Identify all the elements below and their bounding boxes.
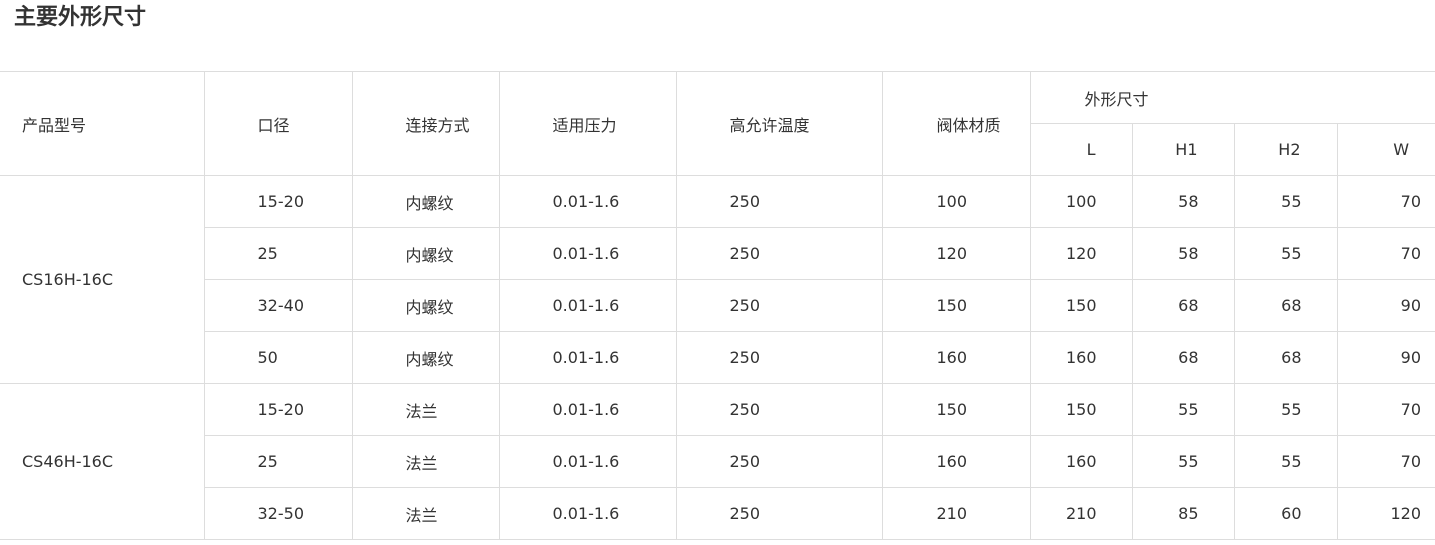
temperature-cell: 250 [675,435,883,488]
connection-cell: 法兰 [351,383,500,436]
pressure-cell: 0.01-1.6 [498,435,677,488]
dimensions-table: 产品型号 口径 连接方式 适用压力 高允许温度 阀体材质 外形尺寸 L H1 H… [0,71,1435,540]
table-row: 50 内螺纹 0.01-1.6 250 160 160 68 68 90 [0,331,1435,384]
table-row: CS16H-16C 15-20 内螺纹 0.01-1.6 250 100 100… [0,175,1435,384]
table-row: CS46H-16C 15-20 法兰 0.01-1.6 250 150 150 … [0,383,1435,540]
dim-w-cell: 70 [1336,227,1435,280]
diameter-cell: 32-40 [204,279,353,332]
header-dim-w: W [1336,123,1435,176]
dim-l-cell: 150 [1029,279,1133,332]
header-dim-l: L [1030,123,1133,176]
header-material: 阀体材质 [881,71,1031,176]
model-cell: CS46H-16C [0,383,205,540]
connection-cell: 法兰 [351,435,500,488]
connection-cell: 内螺纹 [351,227,500,280]
material-cell: 120 [881,227,1031,280]
dim-h1-cell: 68 [1131,279,1235,332]
dim-h1-cell: 85 [1131,487,1235,540]
dim-h1-cell: 55 [1131,383,1235,436]
header-connection: 连接方式 [351,71,500,176]
dim-w-cell: 120 [1336,487,1435,540]
material-cell: 100 [881,175,1031,228]
table-row: 32-50 法兰 0.01-1.6 250 210 210 85 60 120 [0,487,1435,540]
dim-l-cell: 210 [1029,487,1133,540]
dim-h1-cell: 68 [1131,331,1235,384]
dim-w-cell: 90 [1336,279,1435,332]
temperature-cell: 250 [675,487,883,540]
connection-cell: 内螺纹 [351,279,500,332]
pressure-cell: 0.01-1.6 [498,175,677,228]
header-diameter: 口径 [203,71,353,176]
dim-l-cell: 120 [1029,227,1133,280]
connection-cell: 法兰 [351,487,500,540]
material-cell: 150 [881,279,1031,332]
table-row: 32-40 内螺纹 0.01-1.6 250 150 150 68 68 90 [0,279,1435,332]
pressure-cell: 0.01-1.6 [498,383,677,436]
dim-h2-cell: 60 [1233,487,1338,540]
header-model: 产品型号 [0,71,205,176]
temperature-cell: 250 [675,383,883,436]
diameter-cell: 15-20 [203,383,353,436]
temperature-cell: 250 [675,331,883,384]
dim-h2-cell: 55 [1233,383,1338,436]
dim-h2-cell: 55 [1233,227,1338,280]
page-title: 主要外形尺寸 [14,5,147,30]
header-dim-h1: H1 [1131,123,1235,176]
dim-l-cell: 150 [1029,383,1133,436]
pressure-cell: 0.01-1.6 [498,487,677,540]
pressure-cell: 0.01-1.6 [498,227,677,280]
table-row: 25 法兰 0.01-1.6 250 160 160 55 55 70 [0,435,1435,488]
dim-h1-cell: 55 [1131,435,1235,488]
header-pressure: 适用压力 [498,71,677,176]
material-cell: 160 [881,435,1031,488]
model-cell: CS16H-16C [0,175,205,384]
header-dim-h2: H2 [1233,123,1338,176]
material-cell: 150 [881,383,1031,436]
dim-h2-cell: 55 [1233,175,1338,228]
dim-w-cell: 70 [1336,435,1435,488]
temperature-cell: 250 [675,227,883,280]
dim-h1-cell: 58 [1131,227,1235,280]
diameter-cell: 50 [204,331,353,384]
dim-w-cell: 90 [1336,331,1435,384]
connection-cell: 内螺纹 [351,331,500,384]
diameter-cell: 15-20 [203,175,353,228]
table-row: 25 内螺纹 0.01-1.6 250 120 120 58 55 70 [0,227,1435,280]
pressure-cell: 0.01-1.6 [498,331,677,384]
dim-h2-cell: 55 [1233,435,1338,488]
connection-cell: 内螺纹 [351,175,500,228]
diameter-cell: 32-50 [204,487,353,540]
temperature-cell: 250 [675,279,883,332]
dim-h2-cell: 68 [1233,331,1338,384]
dim-l-cell: 160 [1029,435,1133,488]
header-temperature: 高允许温度 [675,71,883,176]
diameter-cell: 25 [204,227,353,280]
dim-w-cell: 70 [1336,383,1435,436]
header-row: 产品型号 口径 连接方式 适用压力 高允许温度 阀体材质 外形尺寸 [0,71,1435,176]
material-cell: 160 [881,331,1031,384]
dim-w-cell: 70 [1336,175,1435,228]
pressure-cell: 0.01-1.6 [498,279,677,332]
dim-l-cell: 160 [1029,331,1133,384]
header-dimensions: 外形尺寸 [1029,71,1435,124]
diameter-cell: 25 [204,435,353,488]
material-cell: 210 [881,487,1031,540]
dim-h2-cell: 68 [1233,279,1338,332]
dim-l-cell: 100 [1029,175,1133,228]
dim-h1-cell: 58 [1131,175,1235,228]
temperature-cell: 250 [675,175,883,228]
